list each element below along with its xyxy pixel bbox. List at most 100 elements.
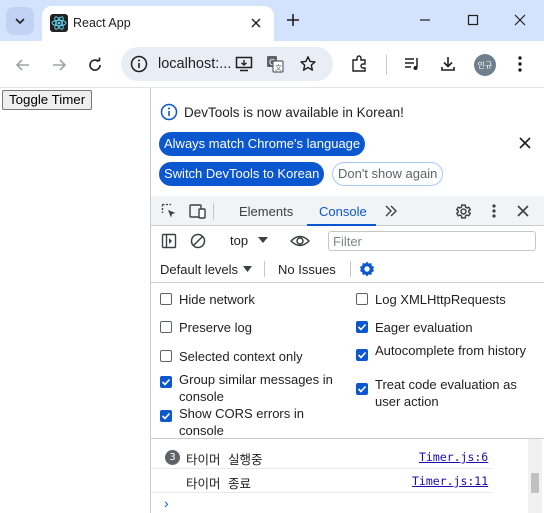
autocomplete-history-checkbox[interactable] bbox=[356, 349, 368, 361]
check-icon bbox=[161, 378, 171, 386]
tab-close-button[interactable] bbox=[246, 13, 266, 33]
web-page: Toggle Timer bbox=[0, 88, 150, 513]
selected-context-label: Selected context only bbox=[179, 349, 303, 364]
active-tab-indicator bbox=[307, 224, 376, 226]
tab-bar-separator bbox=[213, 203, 214, 220]
source-link[interactable]: Timer.js:6 bbox=[419, 450, 488, 464]
hide-network-option[interactable]: Hide network bbox=[160, 291, 340, 308]
infobar-close-button[interactable] bbox=[515, 133, 535, 153]
window-close-button[interactable] bbox=[505, 8, 535, 32]
profile-avatar[interactable]: 인규 bbox=[474, 54, 496, 76]
toggle-timer-button[interactable]: Toggle Timer bbox=[2, 90, 93, 110]
dont-show-again-button[interactable]: Don't show again bbox=[332, 162, 444, 186]
install-app-icon bbox=[235, 56, 253, 72]
console-settings-panel: Hide network Preserve log Selected conte… bbox=[151, 284, 544, 439]
group-similar-checkbox[interactable] bbox=[160, 376, 172, 388]
tab-console[interactable]: Console bbox=[319, 204, 367, 219]
new-tab-button[interactable] bbox=[282, 9, 304, 31]
live-expression-button[interactable] bbox=[289, 232, 311, 250]
language-infobar: DevTools is now available in Korean! Alw… bbox=[151, 88, 544, 196]
console-prompt-icon[interactable]: › bbox=[164, 495, 169, 511]
downloads-button[interactable] bbox=[437, 53, 459, 75]
close-icon bbox=[517, 205, 529, 217]
address-bar[interactable]: localhost:... G文 bbox=[121, 47, 333, 81]
filter-placeholder: Filter bbox=[333, 234, 362, 249]
clear-console-button[interactable] bbox=[189, 232, 207, 250]
autocomplete-history-option[interactable]: Autocomplete from history bbox=[356, 342, 536, 361]
cors-errors-checkbox[interactable] bbox=[160, 410, 172, 422]
preserve-log-checkbox[interactable] bbox=[160, 321, 172, 333]
selected-context-checkbox[interactable] bbox=[160, 350, 172, 362]
translate-icon: G文 bbox=[267, 56, 284, 73]
check-icon bbox=[357, 385, 367, 393]
browser-tab[interactable]: React App bbox=[42, 6, 274, 41]
device-toolbar-button[interactable] bbox=[189, 202, 207, 220]
devtools-panel: DevTools is now available in Korean! Alw… bbox=[151, 88, 544, 513]
eager-evaluation-checkbox[interactable] bbox=[356, 321, 368, 333]
maximize-button[interactable] bbox=[458, 8, 488, 32]
media-controls-button[interactable] bbox=[401, 53, 423, 75]
forward-button[interactable] bbox=[46, 52, 72, 78]
url-text: localhost:... bbox=[158, 56, 232, 72]
back-button[interactable] bbox=[10, 52, 36, 78]
source-link[interactable]: Timer.js:11 bbox=[412, 474, 488, 488]
cors-errors-option[interactable]: Show CORS errors in console bbox=[160, 405, 346, 439]
match-language-button[interactable]: Always match Chrome's language bbox=[159, 132, 366, 156]
minimize-button[interactable] bbox=[410, 8, 440, 32]
extensions-button[interactable] bbox=[348, 53, 370, 75]
svg-text:文: 文 bbox=[275, 63, 282, 72]
more-vert-icon bbox=[492, 204, 496, 218]
devtools-tab-bar: Elements Console bbox=[151, 196, 544, 226]
browser-toolbar: localhost:... G文 인규 bbox=[0, 41, 544, 88]
star-icon bbox=[300, 56, 316, 71]
console-message-row[interactable]: 3 타이머 실행중 Timer.js:6 bbox=[151, 445, 493, 469]
switch-to-korean-button[interactable]: Switch DevTools to Korean bbox=[159, 162, 325, 186]
log-xhr-option[interactable]: Log XMLHttpRequests bbox=[356, 291, 536, 308]
log-xhr-label: Log XMLHttpRequests bbox=[375, 292, 506, 307]
close-icon bbox=[251, 18, 261, 28]
console-toolbar: top Filter bbox=[151, 227, 544, 255]
caret-down-icon bbox=[243, 266, 252, 272]
cors-errors-label: Show CORS errors in console bbox=[179, 406, 304, 438]
preserve-log-label: Preserve log bbox=[179, 320, 252, 335]
selected-context-option[interactable]: Selected context only bbox=[160, 348, 340, 365]
group-similar-label: Group similar messages in console bbox=[179, 372, 333, 404]
treat-code-evaluation-option[interactable]: Treat code evaluation as user action bbox=[356, 376, 536, 410]
filter-input[interactable]: Filter bbox=[328, 231, 536, 251]
console-message-row[interactable]: 타이머 종료 Timer.js:11 bbox=[151, 469, 493, 493]
console-settings-button[interactable] bbox=[358, 260, 376, 278]
playlist-icon bbox=[405, 58, 418, 70]
bookmark-button[interactable] bbox=[298, 54, 318, 74]
group-similar-option[interactable]: Group similar messages in console bbox=[160, 371, 346, 405]
install-app-button[interactable] bbox=[234, 54, 254, 74]
tab-elements[interactable]: Elements bbox=[239, 204, 293, 219]
close-devtools-button[interactable] bbox=[514, 202, 532, 220]
context-selector[interactable]: top bbox=[230, 233, 248, 248]
log-levels-dropdown[interactable]: Default levels bbox=[160, 262, 238, 277]
repeat-count-badge: 3 bbox=[165, 450, 180, 465]
translate-button[interactable]: G文 bbox=[265, 54, 285, 74]
treat-code-evaluation-checkbox[interactable] bbox=[356, 383, 368, 395]
hide-network-checkbox[interactable] bbox=[160, 293, 172, 305]
preserve-log-option[interactable]: Preserve log bbox=[160, 319, 340, 336]
devtools-settings-button[interactable] bbox=[454, 202, 472, 220]
inspect-icon bbox=[161, 203, 176, 218]
more-tabs-button[interactable] bbox=[382, 202, 400, 220]
scrollbar-thumb[interactable] bbox=[531, 473, 539, 493]
log-xhr-checkbox[interactable] bbox=[356, 293, 368, 305]
tab-search-button[interactable] bbox=[6, 7, 34, 35]
site-info-icon[interactable] bbox=[130, 55, 148, 73]
inspect-element-button[interactable] bbox=[160, 202, 178, 220]
check-icon bbox=[161, 412, 171, 420]
chrome-menu-button[interactable] bbox=[509, 53, 531, 75]
device-icon bbox=[189, 204, 206, 219]
reload-button[interactable] bbox=[82, 52, 108, 78]
gear-icon bbox=[359, 261, 375, 277]
more-vert-icon bbox=[518, 56, 522, 72]
console-scrollbar[interactable] bbox=[528, 439, 542, 513]
infobar-message: DevTools is now available in Korean! bbox=[184, 105, 404, 120]
eager-evaluation-option[interactable]: Eager evaluation bbox=[356, 319, 536, 336]
show-sidebar-button[interactable] bbox=[160, 232, 178, 250]
issues-link[interactable]: No Issues bbox=[278, 262, 336, 277]
devtools-menu-button[interactable] bbox=[485, 202, 503, 220]
